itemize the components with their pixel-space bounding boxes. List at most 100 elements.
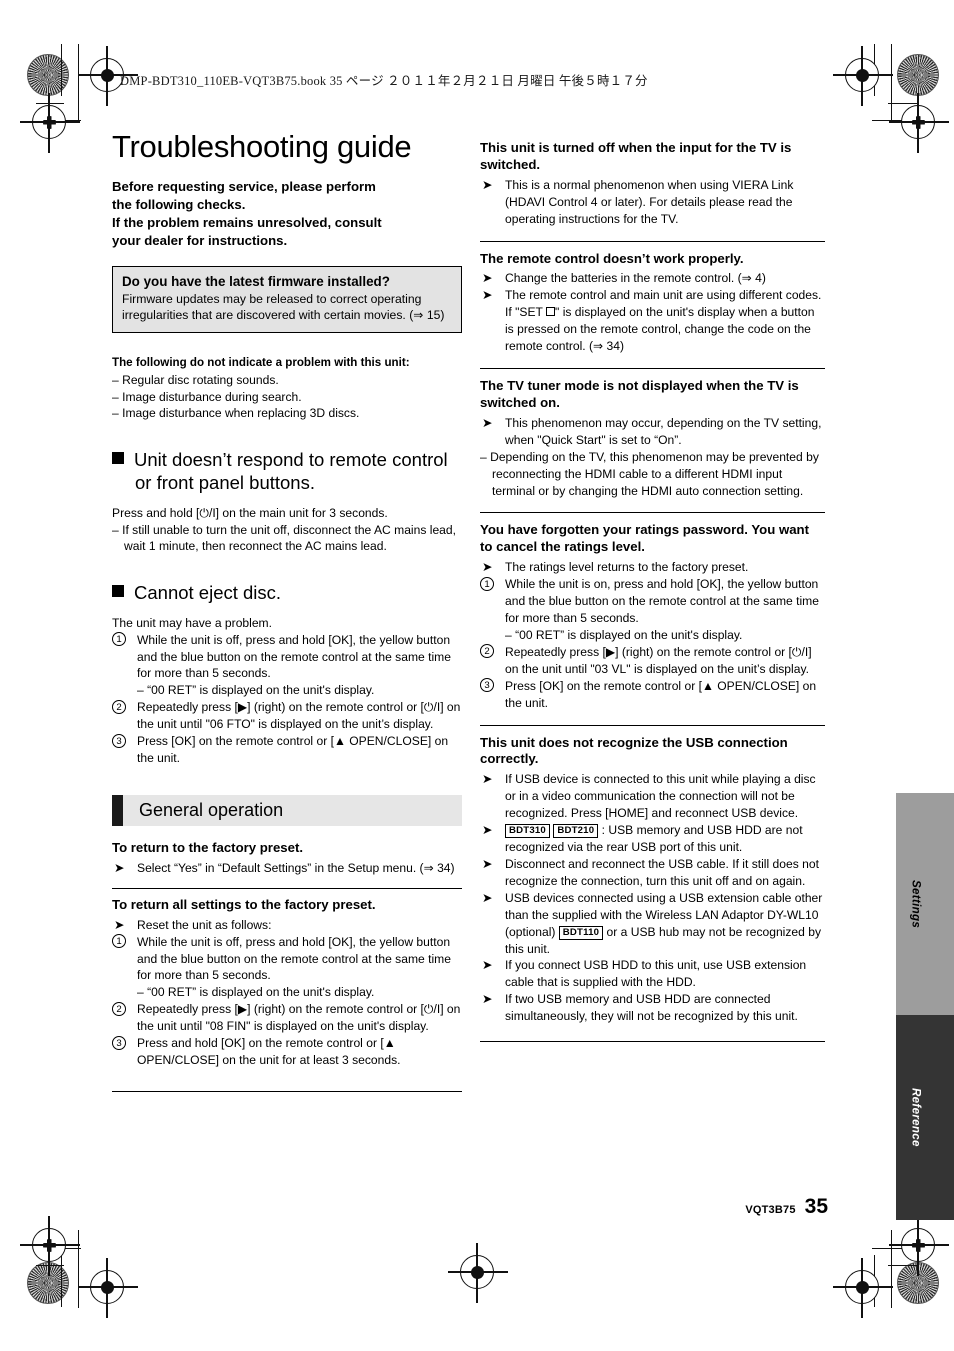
- side-tab-reference[interactable]: Reference: [896, 1015, 954, 1220]
- question-heading-factory-preset: To return to the factory preset.: [112, 840, 303, 855]
- side-tab-settings-label: Settings: [909, 879, 923, 929]
- list-item: ➤ USB devices connected using a USB exte…: [480, 890, 825, 958]
- section-bar-tick: [112, 795, 123, 826]
- divider: [112, 1091, 462, 1092]
- cannot-eject-intro: The unit may have a problem.: [112, 615, 272, 630]
- arrow-bullet-icon: ➤: [482, 176, 493, 192]
- no-problem-heading: The following do not indicate a problem …: [112, 356, 410, 370]
- all-settings-steps: 1 While the unit is off, press and hold …: [112, 934, 462, 1069]
- arrow-bullet-icon: ➤: [482, 855, 493, 871]
- ratings-steps: 1 While the unit is on, press and hold […: [480, 576, 825, 711]
- square-bullet-icon: [112, 585, 124, 598]
- list-item: 1 While the unit is off, press and hold …: [112, 934, 462, 1002]
- step-number-2: 2: [112, 699, 126, 714]
- section-heading-text: Unit doesn’t respond to remote control o…: [134, 449, 448, 494]
- step-number-3: 3: [112, 733, 126, 748]
- list-item: ➤ Change the batteries in the remote con…: [480, 270, 825, 287]
- step-text: Repeatedly press [▶] (right) on the remo…: [137, 1002, 461, 1034]
- firmware-callout-title: Do you have the latest firmware installe…: [122, 273, 390, 289]
- list-item: 2 Repeatedly press [▶] (right) on the re…: [480, 644, 825, 678]
- step-number-1: 1: [112, 934, 126, 949]
- arrow-bullet-icon: ➤: [482, 270, 493, 286]
- lead-line-4: your dealer for instructions.: [112, 232, 288, 248]
- list-item: ➤ This phenomenon may occur, depending o…: [480, 415, 825, 449]
- empty-square-placeholder-icon: [546, 307, 556, 317]
- remote-no-response-line2: – If still unable to turn the unit off, …: [112, 522, 456, 554]
- step-number-1: 1: [112, 632, 126, 647]
- all-settings-answer: ➤ Reset the unit as follows:: [112, 917, 462, 934]
- model-badge-bdt310: BDT310: [505, 824, 550, 839]
- divider: [480, 724, 825, 726]
- bullet-text: If you connect USB HDD to this unit, use…: [505, 958, 807, 990]
- step-text: Repeatedly press [▶] (right) on the remo…: [137, 700, 461, 732]
- list-item: 2 Repeatedly press [▶] (right) on the re…: [112, 699, 462, 733]
- section-heading-cannot-eject: Cannot eject disc.: [112, 581, 462, 604]
- list-item: ➤ Select “Yes” in “Default Settings” in …: [112, 860, 462, 877]
- step-number-2: 2: [480, 644, 494, 659]
- list-item: – Image disturbance during search.: [112, 389, 302, 404]
- step-substep: – “00 RET” is displayed on the unit's di…: [137, 683, 375, 698]
- side-tab-settings[interactable]: Settings: [896, 793, 954, 1015]
- side-tab-reference-label: Reference: [909, 1088, 923, 1147]
- arrow-bullet-icon: ➤: [482, 559, 493, 575]
- remote-no-response-body: Press and hold [⏻/I] on the main unit fo…: [112, 505, 462, 556]
- step-number-2: 2: [112, 1001, 126, 1016]
- divider: [480, 512, 825, 514]
- arrow-bullet-icon: ➤: [482, 822, 493, 838]
- step-number-3: 3: [112, 1035, 126, 1050]
- model-badge-bdt110: BDT110: [558, 925, 604, 940]
- section-heading-text: Cannot eject disc.: [134, 582, 282, 604]
- page-title: Troubleshooting guide: [112, 129, 412, 164]
- bullet-text: This is a normal phenomenon when using V…: [505, 177, 794, 226]
- question-heading-remote-not-working: The remote control doesn’t work properly…: [480, 250, 744, 266]
- arrow-bullet-icon: ➤: [482, 771, 493, 787]
- firmware-callout-body: Firmware updates may be released to corr…: [122, 291, 445, 323]
- usb-answer: ➤ If USB device is connected to this uni…: [480, 771, 825, 1025]
- lead-line-2: the following checks.: [112, 197, 246, 213]
- right-column: This unit is turned off when the input f…: [480, 140, 825, 1051]
- list-item: ➤ If USB device is connected to this uni…: [480, 771, 825, 822]
- bullet-text: Select “Yes” in “Default Settings” in th…: [137, 860, 455, 875]
- bullet-text: Reset the unit as follows:: [137, 917, 272, 932]
- step-substep: – “00 RET” is displayed on the unit's di…: [137, 985, 375, 1000]
- no-problem-list: – Regular disc rotating sounds. – Image …: [112, 372, 462, 422]
- arrow-bullet-icon: ➤: [114, 859, 125, 875]
- step-text: While the unit is on, press and hold [OK…: [505, 577, 819, 625]
- list-item: – Image disturbance when replacing 3D di…: [112, 406, 360, 421]
- divider: [112, 887, 462, 889]
- arrow-bullet-icon: ➤: [482, 957, 493, 973]
- lead-line-3: If the problem remains unresolved, consu…: [112, 215, 382, 230]
- list-item: ➤ This is a normal phenomenon when using…: [480, 177, 825, 228]
- list-item: – Regular disc rotating sounds.: [112, 372, 279, 387]
- arrow-bullet-icon: ➤: [482, 889, 493, 905]
- question-heading-usb-not-recognized: This unit does not recognize the USB con…: [480, 734, 788, 767]
- step-text: While the unit is off, press and hold [O…: [137, 934, 451, 983]
- step-text: Press [OK] on the remote control or [▲ O…: [137, 734, 449, 766]
- tv-tuner-dash-note: – Depending on the TV, this phenomenon m…: [480, 449, 819, 498]
- firmware-callout-box: Do you have the latest firmware installe…: [112, 265, 462, 334]
- remote-not-working-answer: ➤ Change the batteries in the remote con…: [480, 270, 825, 355]
- step-text: Press and hold [OK] on the remote contro…: [137, 1036, 401, 1068]
- page-footer: VQT3B75 35: [0, 1195, 840, 1219]
- arrow-bullet-icon: ➤: [482, 414, 493, 430]
- page-number: 35: [804, 1195, 828, 1218]
- bullet-text: This phenomenon may occur, depending on …: [505, 415, 822, 447]
- factory-preset-answer: ➤ Select “Yes” in “Default Settings” in …: [112, 860, 462, 877]
- lead-line-1: Before requesting service, please perfor…: [112, 179, 376, 195]
- list-item: ➤ If two USB memory and USB HDD are conn…: [480, 991, 825, 1025]
- list-item: 3 Press and hold [OK] on the remote cont…: [112, 1035, 462, 1069]
- divider: [480, 1041, 825, 1043]
- section-bar-general-operation: General operation: [112, 795, 462, 826]
- tv-tuner-answer: ➤ This phenomenon may occur, depending o…: [480, 415, 825, 449]
- remote-no-response-line1: Press and hold [⏻/I] on the main unit fo…: [112, 505, 388, 520]
- page-content: Troubleshooting guide Before requesting …: [0, 0, 954, 1351]
- list-item: ➤ The ratings level returns to the facto…: [480, 559, 825, 576]
- step-substep: – “00 RET” is displayed on the unit's di…: [505, 627, 743, 642]
- list-item: 2 Repeatedly press [▶] (right) on the re…: [112, 1001, 462, 1035]
- question-heading-all-settings-preset: To return all settings to the factory pr…: [112, 896, 376, 912]
- bullet-text: : USB memory and USB HDD are not recogni…: [505, 823, 803, 854]
- bullet-text: Disconnect and reconnect the USB cable. …: [505, 856, 819, 888]
- divider: [480, 240, 825, 242]
- list-item: ➤ Disconnect and reconnect the USB cable…: [480, 856, 825, 890]
- bullet-text: If USB device is connected to this unit …: [505, 772, 816, 821]
